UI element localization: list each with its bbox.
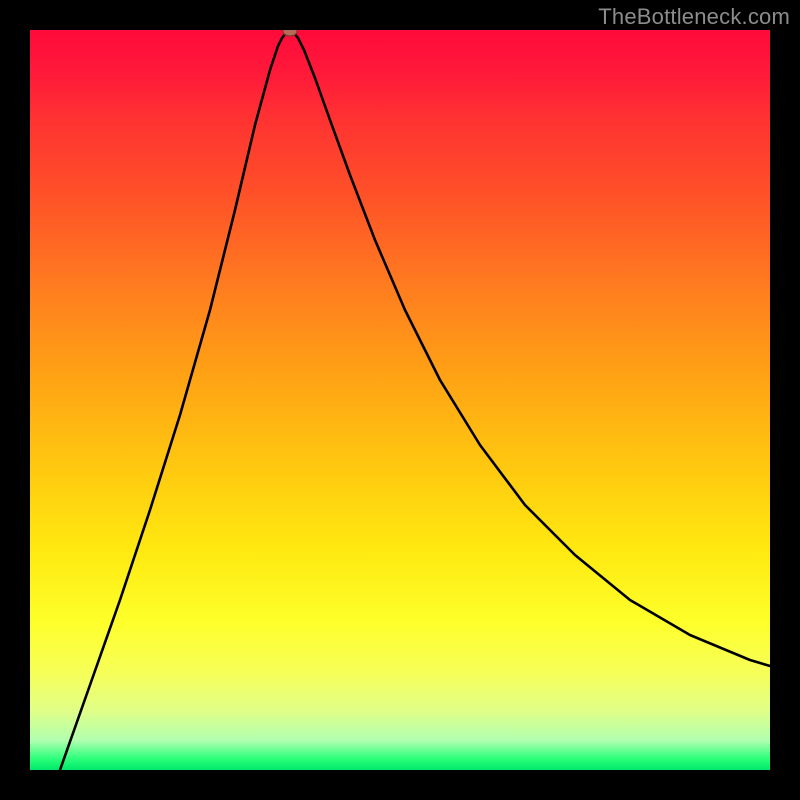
curve-svg bbox=[30, 30, 770, 770]
bottleneck-curve bbox=[60, 31, 770, 770]
watermark-text: TheBottleneck.com bbox=[598, 4, 790, 30]
plot-area bbox=[30, 30, 770, 770]
minimum-marker bbox=[283, 30, 297, 36]
chart-frame: TheBottleneck.com bbox=[0, 0, 800, 800]
